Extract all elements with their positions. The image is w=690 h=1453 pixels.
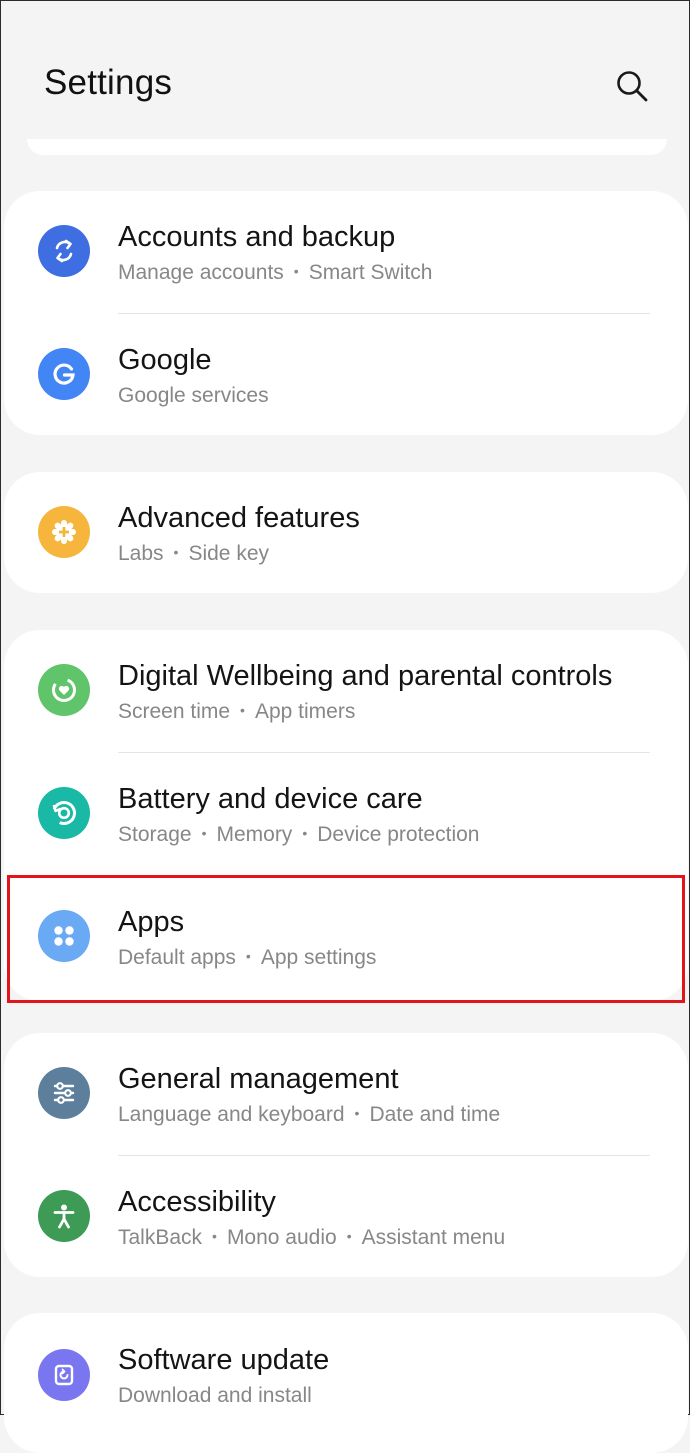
wellbeing-heart-icon [38, 664, 90, 716]
settings-item-general-management[interactable]: General management Language and keyboard… [4, 1033, 688, 1156]
previous-card-edge [27, 139, 667, 155]
settings-group-update: Software update Download and install [4, 1313, 688, 1453]
item-title: Software update [118, 1344, 330, 1376]
settings-group-management: General management Language and keyboard… [4, 1033, 688, 1277]
item-subtitle: Language and keyboard • Date and time [118, 1103, 501, 1126]
settings-item-accounts-and-backup[interactable]: Accounts and backup Manage accounts • Smar… [4, 191, 688, 314]
item-subtitle: Storage • Memory • Device protection [118, 823, 480, 846]
item-title: Advanced features [118, 502, 360, 534]
item-title: Google [118, 344, 212, 376]
settings-item-battery-device-care[interactable]: Battery and device care Storage • Memory • D… [4, 753, 688, 876]
item-title: General management [118, 1063, 399, 1095]
accessibility-person-icon [38, 1190, 90, 1242]
settings-group-device: Digital Wellbeing and parental controls … [4, 630, 688, 1001]
google-g-icon [38, 348, 90, 400]
item-subtitle: Screen time • App timers [118, 700, 356, 723]
item-subtitle: Default apps • App settings [118, 946, 377, 969]
item-title: Accounts and backup [118, 221, 396, 253]
item-subtitle: Labs • Side key [118, 542, 269, 565]
item-subtitle: Manage accounts • Smart Switch [118, 261, 433, 284]
settings-item-advanced-features[interactable]: Advanced features Labs • Side key [4, 472, 688, 595]
update-icon [38, 1349, 90, 1401]
settings-item-accessibility[interactable]: Accessibility TalkBack • Mono audio • Assist… [4, 1156, 688, 1279]
sliders-icon [38, 1067, 90, 1119]
item-subtitle: Download and install [118, 1384, 312, 1407]
settings-group-advanced: Advanced features Labs • Side key [4, 472, 688, 593]
sync-icon [38, 225, 90, 277]
settings-group-accounts: Accounts and backup Manage accounts • Smar… [4, 191, 688, 435]
item-title: Apps [118, 906, 185, 938]
settings-item-software-update[interactable]: Software update Download and install [4, 1313, 688, 1436]
page-title: Settings [44, 63, 173, 102]
item-subtitle: Google services [118, 384, 269, 407]
search-button[interactable] [607, 61, 657, 111]
item-title: Accessibility [118, 1186, 276, 1218]
item-subtitle: TalkBack • Mono audio • Assistant menu [118, 1226, 506, 1249]
item-title: Battery and device care [118, 783, 423, 815]
item-title: Digital Wellbeing and parental controls [118, 660, 613, 692]
app-header: Settings [1, 1, 689, 151]
apps-grid-icon [38, 910, 90, 962]
search-icon [617, 71, 648, 102]
device-care-icon [38, 787, 90, 839]
settings-item-digital-wellbeing[interactable]: Digital Wellbeing and parental controls … [4, 630, 688, 753]
settings-item-google[interactable]: Google Google services [4, 314, 688, 437]
settings-item-apps[interactable]: Apps Default apps • App settings [4, 876, 688, 999]
gear-plus-icon [38, 506, 90, 558]
